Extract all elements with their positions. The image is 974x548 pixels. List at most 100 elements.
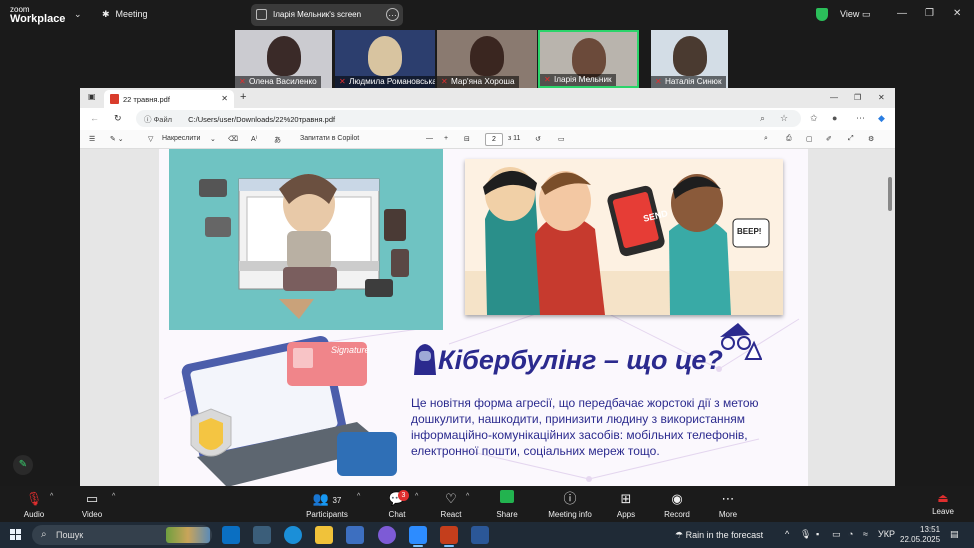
zoom-tray-icon[interactable]: ▪ bbox=[816, 529, 819, 539]
leave-button[interactable]: ⏏ Leave bbox=[932, 489, 954, 516]
meeting-menu[interactable]: ✱ Meeting bbox=[102, 9, 148, 20]
read-aloud-icon[interactable]: A⁾ bbox=[251, 135, 257, 143]
scrollbar[interactable] bbox=[887, 149, 893, 486]
powerpoint-icon[interactable] bbox=[440, 526, 458, 547]
weather-widget[interactable]: ☂ Rain in the forecast bbox=[675, 530, 763, 541]
audio-button[interactable]: 🎙 Audio bbox=[4, 486, 64, 522]
contents-icon[interactable]: ☰ bbox=[89, 135, 95, 143]
settings-gear-icon[interactable]: ⚙ bbox=[868, 135, 874, 143]
volume-icon[interactable]: ◔ bbox=[848, 529, 853, 539]
edge-icon[interactable] bbox=[284, 526, 302, 544]
pdf-viewer[interactable]: SEND BEEP! Signature Кібербулінг – що це… bbox=[80, 149, 895, 486]
save-as-icon[interactable]: ✐ bbox=[826, 135, 832, 143]
system-clock[interactable]: 13:51 22.05.2025 bbox=[900, 525, 940, 545]
tab-actions-icon[interactable]: ▣ bbox=[88, 92, 96, 101]
wifi-icon[interactable]: ≈ bbox=[863, 529, 868, 539]
meeting-info-button[interactable]: ⓘ Meeting info bbox=[540, 486, 600, 522]
share-button[interactable]: Share bbox=[477, 486, 537, 522]
react-button[interactable]: ♡ React bbox=[421, 486, 481, 522]
windows-start-icon[interactable] bbox=[10, 529, 22, 541]
highlight-icon[interactable]: ✎ ⌄ bbox=[110, 135, 124, 143]
muted-mic-icon: 🎙 bbox=[25, 491, 43, 506]
video-options-caret[interactable]: ^ bbox=[112, 493, 115, 500]
copilot-icon[interactable]: ◆ bbox=[878, 113, 885, 124]
back-icon[interactable]: ← bbox=[90, 113, 99, 123]
participant-tile[interactable]: ✕ Олена Василенко bbox=[235, 30, 332, 88]
restore-icon[interactable]: ❐ bbox=[854, 93, 861, 102]
participants-button[interactable]: 👥 37 Participants bbox=[297, 486, 357, 522]
video-button[interactable]: ▭ Video bbox=[62, 486, 122, 522]
more-menu-icon[interactable]: ⋯ bbox=[856, 113, 865, 124]
more-button[interactable]: ⋯ More bbox=[698, 486, 758, 522]
screen-share-pill[interactable]: Іларія Мельник's screen … bbox=[251, 4, 403, 26]
minimize-icon[interactable]: — bbox=[830, 93, 838, 102]
participant-tile-active[interactable]: ✕ Іларія Мельник bbox=[538, 30, 639, 88]
signature-card-text: Signature bbox=[331, 345, 370, 355]
zoom-in-icon[interactable]: + bbox=[444, 135, 448, 142]
microphone-icon[interactable]: 🎙 bbox=[800, 529, 811, 540]
more-options-icon[interactable]: … bbox=[386, 8, 399, 21]
calculator-icon[interactable] bbox=[253, 526, 271, 544]
view-button[interactable]: View ▭ bbox=[840, 9, 870, 20]
translate-icon[interactable]: あ bbox=[274, 135, 281, 145]
chevron-down-icon[interactable]: ⌄ bbox=[74, 9, 82, 20]
audio-options-caret[interactable]: ^ bbox=[50, 493, 53, 500]
chat-options-caret[interactable]: ^ bbox=[415, 493, 418, 500]
new-tab-icon[interactable]: + bbox=[240, 91, 246, 103]
rotate-icon[interactable]: ↺ bbox=[535, 135, 541, 143]
hacker-hood-icon bbox=[414, 344, 436, 375]
tab-pdf[interactable]: 22 травня.pdf ✕ bbox=[104, 90, 234, 108]
react-options-caret[interactable]: ^ bbox=[466, 493, 469, 500]
participant-tile[interactable]: ✕ Мар'яна Хороша bbox=[437, 30, 537, 88]
outlook-icon[interactable] bbox=[222, 526, 240, 544]
annotate-pen-icon[interactable]: ✎ bbox=[13, 455, 33, 475]
save-icon[interactable]: ▢ bbox=[806, 135, 813, 143]
taskbar-search[interactable]: ⌕ Пошук bbox=[32, 525, 212, 545]
draw-button[interactable]: Накреслити bbox=[162, 135, 200, 142]
search-icon[interactable]: ⌕ bbox=[764, 135, 768, 143]
fit-page-icon[interactable]: ⊟ bbox=[464, 135, 470, 143]
restore-icon[interactable]: ❐ bbox=[925, 8, 934, 19]
favorite-star-icon[interactable]: ☆ bbox=[780, 113, 788, 124]
battery-icon[interactable]: ▭ bbox=[832, 529, 841, 540]
file-explorer-icon[interactable] bbox=[315, 526, 333, 544]
participant-tile[interactable]: ✕ Наталія Синюк bbox=[651, 30, 728, 88]
eraser-icon[interactable]: ⌫ bbox=[228, 135, 238, 143]
viber-icon[interactable] bbox=[378, 526, 396, 544]
tray-overflow-icon[interactable]: ^ bbox=[785, 529, 789, 539]
participant-tile[interactable]: ✕ Людмила Романовська bbox=[335, 30, 435, 88]
favorites-icon[interactable]: ✩ bbox=[810, 113, 818, 124]
page-number-input[interactable]: 2 bbox=[485, 133, 503, 146]
close-icon[interactable]: ✕ bbox=[878, 93, 885, 102]
ask-copilot-button[interactable]: Запитати в Copilot bbox=[300, 135, 359, 142]
zoom-logo: zoom Workplace bbox=[10, 5, 65, 25]
word-icon[interactable] bbox=[471, 526, 489, 544]
participant-video bbox=[368, 36, 402, 76]
page-view-icon[interactable]: ▭ bbox=[558, 135, 565, 143]
chat-button[interactable]: 💬 Chat bbox=[367, 486, 427, 522]
zoom-app-icon[interactable] bbox=[409, 526, 427, 547]
fullscreen-icon[interactable]: ⤢ bbox=[848, 135, 854, 143]
meeting-label: Meeting bbox=[115, 9, 148, 19]
zoom-icon[interactable]: ⌕ bbox=[760, 113, 765, 124]
profile-avatar-icon[interactable]: ● bbox=[832, 113, 837, 123]
close-icon[interactable]: ✕ bbox=[953, 8, 961, 19]
minimize-icon[interactable]: — bbox=[897, 8, 907, 19]
language-indicator[interactable]: УКР bbox=[878, 529, 895, 539]
refresh-icon[interactable]: ↻ bbox=[114, 113, 122, 124]
scrollbar-thumb[interactable] bbox=[888, 177, 892, 211]
print-icon[interactable]: ⎙ bbox=[786, 135, 792, 143]
notifications-icon[interactable]: ▤ bbox=[950, 529, 959, 540]
draw-icon[interactable]: ▽ bbox=[148, 135, 153, 143]
zoom-out-icon[interactable]: — bbox=[426, 135, 433, 142]
share-screen-icon bbox=[500, 490, 514, 503]
encryption-shield-icon[interactable] bbox=[816, 8, 828, 21]
store-icon[interactable] bbox=[346, 526, 364, 544]
screen-share-icon bbox=[256, 9, 267, 20]
zoom-logo-product: Workplace bbox=[10, 13, 66, 25]
address-bar[interactable]: ⓘ Файл C:/Users/user/Downloads/22%20трав… bbox=[136, 110, 801, 127]
page-total: з 11 bbox=[508, 135, 521, 142]
close-tab-icon[interactable]: ✕ bbox=[221, 94, 228, 103]
participants-options-caret[interactable]: ^ bbox=[357, 493, 360, 500]
chevron-down-icon[interactable]: ⌄ bbox=[210, 135, 216, 143]
